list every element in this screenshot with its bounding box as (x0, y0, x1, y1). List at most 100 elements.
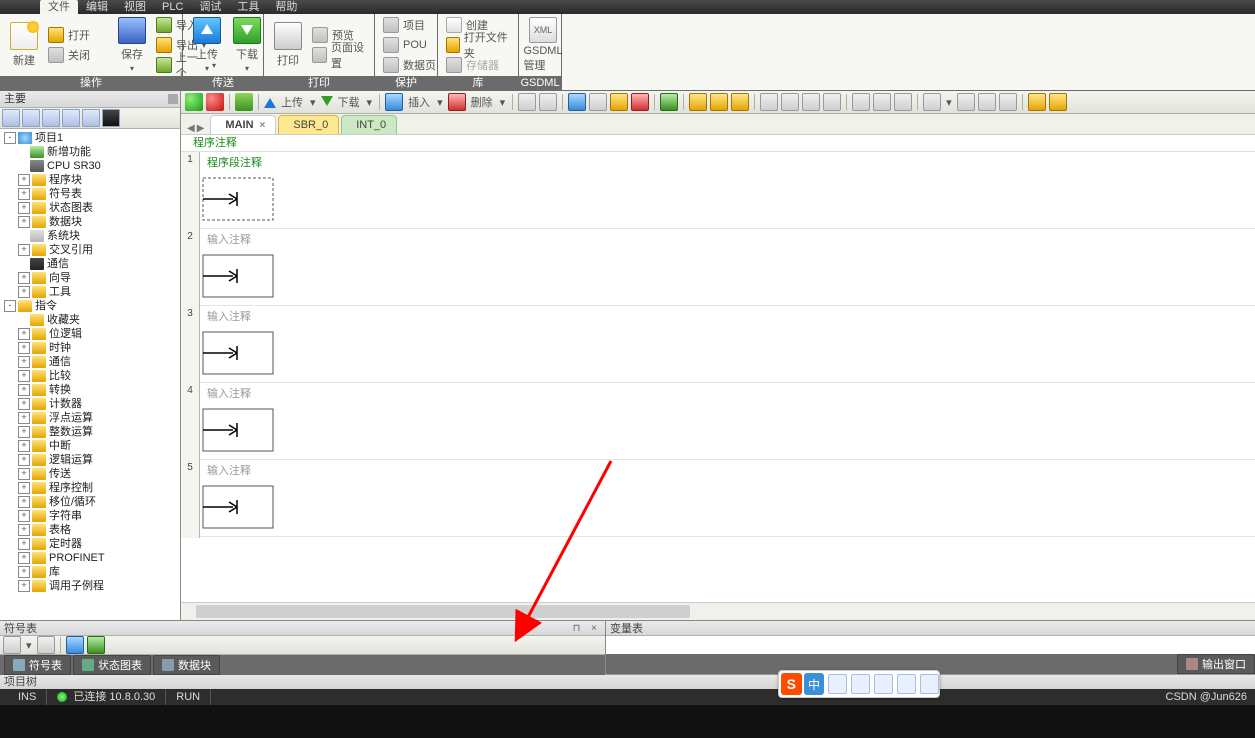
tree-node[interactable]: +传送 (0, 467, 180, 481)
tree-node[interactable]: +向导 (0, 271, 180, 285)
tree-node[interactable]: +字符串 (0, 509, 180, 523)
menu-debug[interactable]: 调试 (191, 0, 229, 14)
tree-node[interactable]: +表格 (0, 523, 180, 537)
stop-button[interactable] (206, 93, 224, 111)
ladder-rung[interactable]: 3输入注释 (181, 306, 1255, 383)
ladder-rung[interactable]: 4输入注释 (181, 383, 1255, 460)
expander-icon[interactable]: + (18, 384, 30, 396)
menu-file[interactable]: 文件 (40, 0, 78, 14)
chevron-down-icon[interactable]: ▾ (308, 96, 318, 109)
rung-body[interactable] (201, 326, 1255, 382)
pagesetup-button[interactable]: 页面设置 (310, 46, 374, 64)
toolbar-icon[interactable] (610, 93, 628, 111)
new-button[interactable]: 新建 (6, 17, 42, 73)
ime-icon[interactable] (897, 674, 916, 694)
chevron-down-icon[interactable]: ▾ (24, 639, 34, 652)
rung-comment[interactable]: 输入注释 (201, 383, 1255, 403)
rung-comment[interactable]: 程序段注释 (201, 152, 1255, 172)
tree-node[interactable]: +整数运算 (0, 425, 180, 439)
expander-icon[interactable]: + (18, 496, 30, 508)
bottom-tab-output[interactable]: 输出窗口 (1177, 654, 1255, 674)
save-button[interactable]: 保存▾ (114, 17, 150, 73)
expander-icon[interactable]: + (18, 454, 30, 466)
menu-plc[interactable]: PLC (154, 0, 191, 14)
side-tb-icon[interactable] (22, 109, 40, 127)
compile-button[interactable] (235, 93, 253, 111)
tree-node[interactable]: -项目1 (0, 131, 180, 145)
expander-icon[interactable]: + (18, 174, 30, 186)
tree-node[interactable]: CPU SR30 (0, 159, 180, 173)
expander-icon[interactable]: + (18, 510, 30, 522)
horizontal-scrollbar[interactable] (181, 602, 1255, 620)
expander-icon[interactable]: + (18, 426, 30, 438)
tree-node[interactable]: +定时器 (0, 537, 180, 551)
project-tree[interactable]: -项目1新增功能CPU SR30+程序块+符号表+状态图表+数据块系统块+交叉引… (0, 129, 180, 620)
toolbar-icon[interactable] (710, 93, 728, 111)
toolbar-icon[interactable] (1049, 93, 1067, 111)
expander-icon[interactable]: + (18, 538, 30, 550)
expander-icon[interactable]: + (18, 370, 30, 382)
tree-node[interactable]: +比较 (0, 369, 180, 383)
print-button[interactable]: 打印 (270, 17, 306, 73)
toolbar-icon[interactable] (781, 93, 799, 111)
tree-node[interactable]: +程序控制 (0, 481, 180, 495)
chevron-down-icon[interactable]: ▾ (435, 96, 445, 109)
side-tb-icon[interactable] (62, 109, 80, 127)
btm-tb-icon[interactable] (66, 636, 84, 654)
expander-icon[interactable]: + (18, 356, 30, 368)
ime-icon[interactable] (851, 674, 870, 694)
toolbar-icon[interactable] (978, 93, 996, 111)
lib-storage-button[interactable]: 存储器 (444, 56, 512, 74)
expander-icon[interactable]: + (18, 188, 30, 200)
btm-tb-icon[interactable] (37, 636, 55, 654)
open-button[interactable]: 打开 (46, 26, 110, 44)
expander-icon[interactable]: + (18, 216, 30, 228)
expander-icon[interactable]: + (18, 272, 30, 284)
side-tb-icon[interactable] (2, 109, 20, 127)
protect-pou-button[interactable]: POU (381, 36, 445, 54)
delete-icon[interactable] (448, 93, 466, 111)
expander-icon[interactable]: + (18, 468, 30, 480)
side-tb-icon[interactable] (82, 109, 100, 127)
bottom-tab-symbol[interactable]: 符号表 (4, 655, 71, 675)
program-comment[interactable]: 程序注释 (181, 135, 1255, 152)
rung-comment[interactable]: 输入注释 (201, 460, 1255, 480)
ladder-rung[interactable]: 5输入注释 (181, 460, 1255, 537)
toolbar-icon[interactable] (1028, 93, 1046, 111)
upload-button[interactable]: 上传▾ (189, 17, 225, 73)
download-button[interactable]: 下载▾ (229, 17, 265, 73)
tree-node[interactable]: +逻辑运算 (0, 453, 180, 467)
expander-icon[interactable]: - (4, 132, 16, 144)
tab-close-icon[interactable]: × (260, 120, 266, 131)
toolbar-upload-label[interactable]: 上传 (279, 94, 305, 110)
tab-int0[interactable]: INT_0 (341, 115, 397, 134)
lib-openfolder-button[interactable]: 打开文件夹 (444, 36, 512, 54)
download-arrow-icon[interactable] (321, 96, 333, 112)
tree-node[interactable]: +时钟 (0, 341, 180, 355)
tree-node[interactable]: +交叉引用 (0, 243, 180, 257)
toolbar-icon[interactable] (539, 93, 557, 111)
tree-node[interactable]: +工具 (0, 285, 180, 299)
toolbar-icon[interactable] (589, 93, 607, 111)
tree-node[interactable]: +中断 (0, 439, 180, 453)
toolbar-icon[interactable] (894, 93, 912, 111)
expander-icon[interactable]: + (18, 552, 30, 564)
toolbar-icon[interactable] (731, 93, 749, 111)
rung-body[interactable] (201, 172, 1255, 228)
chevron-down-icon[interactable]: ▾ (498, 96, 508, 109)
scrollbar-thumb[interactable] (196, 605, 690, 618)
rung-body[interactable] (201, 480, 1255, 536)
expander-icon[interactable]: - (4, 300, 16, 312)
insert-label[interactable]: 插入 (406, 94, 432, 110)
ime-icon[interactable] (874, 674, 893, 694)
tree-node[interactable]: +PROFINET (0, 551, 180, 565)
ime-popup[interactable]: S 中 (778, 670, 940, 698)
menu-tools[interactable]: 工具 (229, 0, 267, 14)
toolbar-icon[interactable] (823, 93, 841, 111)
tree-node[interactable]: -指令 (0, 299, 180, 313)
toolbar-icon[interactable] (923, 93, 941, 111)
toolbar-icon[interactable] (957, 93, 975, 111)
tree-node[interactable]: +程序块 (0, 173, 180, 187)
toolbar-icon[interactable] (660, 93, 678, 111)
rung-body[interactable] (201, 403, 1255, 459)
